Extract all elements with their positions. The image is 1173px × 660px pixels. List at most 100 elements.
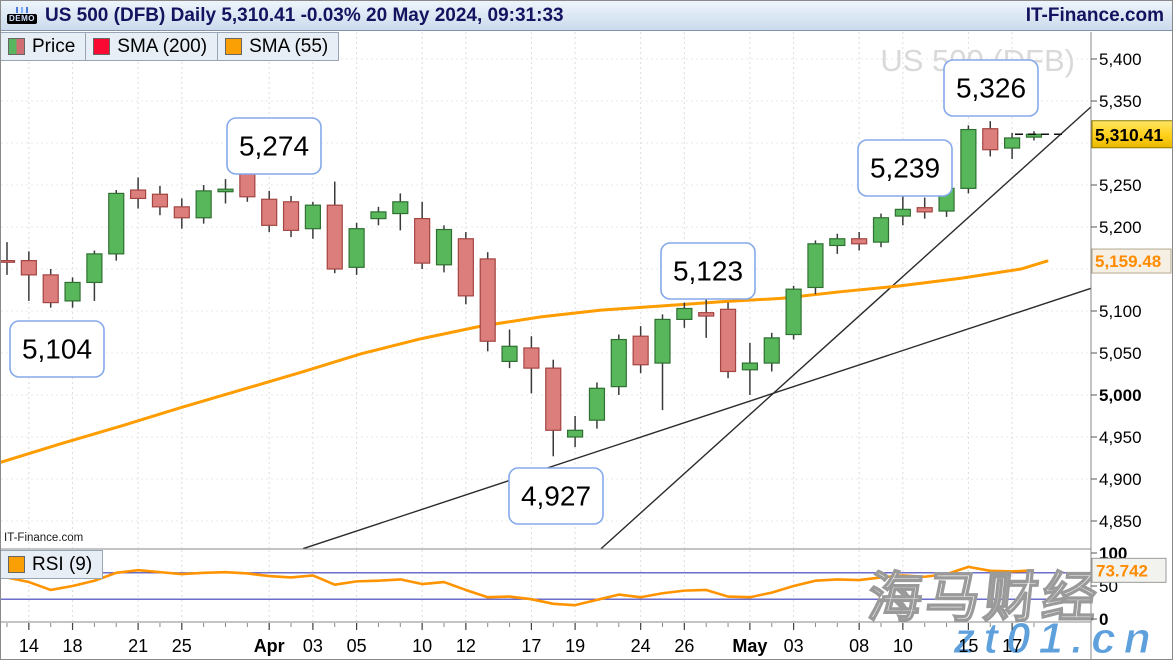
candle-body [262,199,277,225]
chart-title: US 500 (DFB) Daily 5,310.41 -0.03% 20 Ma… [45,5,1018,27]
candle-body [633,336,648,365]
legend-sma55-label: SMA (55) [249,36,328,58]
candle-body [43,275,58,303]
candle-body [677,308,692,319]
candle-body [480,259,495,341]
price-swatch-icon [8,38,25,55]
time-axis-label: 18 [63,636,83,656]
app-window: US 500 (DFB)海马财经zt01.cn5,4005,3505,2505,… [0,0,1173,660]
chart-area[interactable]: US 500 (DFB)海马财经zt01.cn5,4005,3505,2505,… [1,1,1173,660]
rsi-value-tag-text: 73.742 [1096,561,1148,580]
time-axis-label: May [732,636,767,656]
candle-body [131,190,146,198]
watermark-site: zt01.cn [952,614,1158,660]
candle-body [917,208,932,212]
time-axis-label: 25 [172,636,192,656]
annotation-text: 5,239 [870,153,940,184]
candle-body [152,194,167,207]
candle-body [415,219,430,264]
candle-body [109,193,124,253]
time-axis-label: 24 [631,636,651,656]
candle-body [218,189,233,192]
candle-body [437,230,452,265]
time-axis-label: 19 [565,636,585,656]
title-bar: DEMO US 500 (DFB) Daily 5,310.41 -0.03% … [1,1,1172,31]
price-axis-label: 4,950 [1099,428,1142,447]
legend-sma200[interactable]: SMA (200) [85,32,218,61]
legend-rsi[interactable]: RSI (9) [0,550,103,579]
candle-body [786,289,801,334]
annotation-text: 5,104 [22,334,92,365]
candle-body [961,130,976,189]
legend-price[interactable]: Price [0,32,86,61]
chart-svg[interactable]: US 500 (DFB)海马财经zt01.cn5,4005,3505,2505,… [1,1,1173,660]
time-axis-label: 15 [958,636,978,656]
candle-body [742,363,757,370]
brand-link[interactable]: IT-Finance.com [1026,5,1164,27]
current-price-tag-value: 5,310.41 [1095,125,1163,145]
sma200-swatch-icon [93,38,110,55]
candle-body [458,239,473,296]
candle-body [699,313,714,316]
rsi-swatch-icon [8,556,25,573]
time-axis-label: 21 [128,636,148,656]
candle-body [874,218,889,242]
candle-body [393,202,408,214]
price-axis-label: 5,050 [1099,344,1142,363]
main-legend: Price SMA (200) SMA (55) [1,32,339,61]
price-axis-label: 5,250 [1099,176,1142,195]
time-axis-label: 10 [412,636,432,656]
time-axis-label: 10 [893,636,913,656]
legend-sma200-label: SMA (200) [117,36,207,58]
candle-body [87,254,102,283]
candle-body [721,309,736,371]
candle-body [983,129,998,150]
time-axis-label: 17 [1002,636,1022,656]
annotation-text: 4,927 [521,481,591,512]
trendline-shallow-uptrend[interactable] [303,288,1091,548]
legend-price-label: Price [32,36,75,58]
candle-body [284,202,299,231]
annotation-text: 5,123 [673,256,743,287]
time-axis-label: 08 [849,636,869,656]
legend-rsi-label: RSI (9) [32,554,92,576]
demo-badge: DEMO [7,7,37,24]
rsi-scale-label: 0 [1099,610,1108,629]
time-axis-label: 17 [521,636,541,656]
candle-body [196,191,211,218]
candle-body [349,229,364,268]
time-axis-label: 12 [456,636,476,656]
candle-body [1,261,15,263]
price-axis-label: 5,200 [1099,218,1142,237]
candle-body [655,319,670,363]
time-axis-label: 05 [347,636,367,656]
candle-body [852,239,867,244]
candle-body [305,205,320,229]
price-axis-label: 5,400 [1099,50,1142,69]
candle-body [65,282,80,300]
candle-body [808,244,823,288]
candle-body [546,368,561,430]
trendline-steep-uptrend[interactable] [601,107,1091,549]
candle-body [568,430,583,437]
candle-body [611,340,626,387]
candle-body [764,338,779,363]
time-axis-label: 03 [784,636,804,656]
annotation-text: 5,326 [956,73,1026,104]
price-axis-label: 4,900 [1099,470,1142,489]
candle-body [327,205,342,269]
rsi-legend: RSI (9) [1,550,103,579]
time-axis-label: Apr [254,636,285,656]
candle-body [589,388,604,420]
sma55-axis-tag-value: 5,159.48 [1095,252,1161,271]
price-axis-label: 5,100 [1099,302,1142,321]
candle-body [524,348,539,368]
legend-sma55[interactable]: SMA (55) [217,32,339,61]
candle-body [502,346,517,361]
time-axis-label: 14 [19,636,39,656]
time-axis-label: 03 [303,636,323,656]
mini-candles-icon [15,7,30,13]
candle-body [371,212,386,219]
candle-body [830,239,845,246]
price-axis-label: 5,350 [1099,92,1142,111]
